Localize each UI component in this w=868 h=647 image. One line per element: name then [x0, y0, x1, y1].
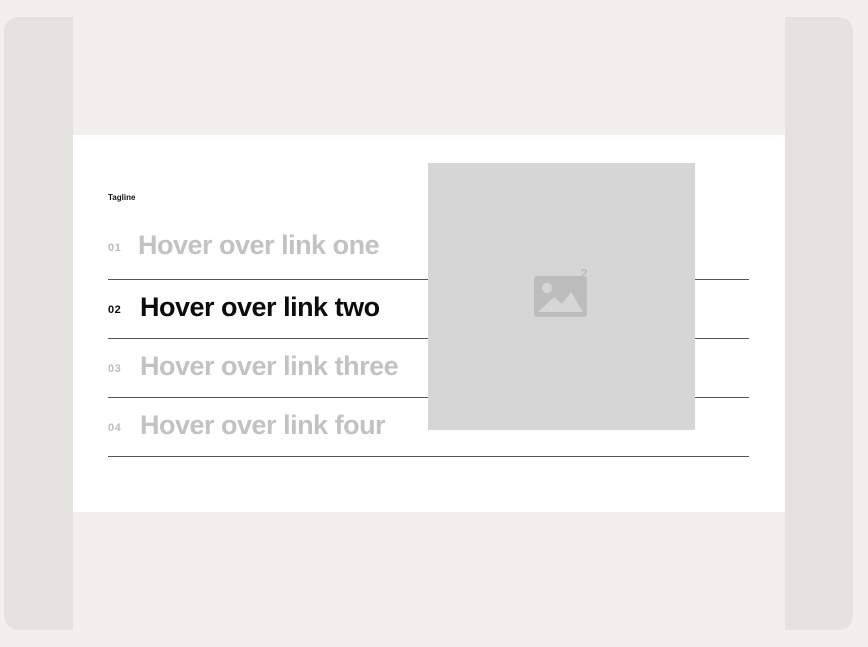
- link-label: Hover over link three: [140, 351, 399, 381]
- tagline: Tagline: [108, 193, 136, 202]
- preview-frame: Tagline 01 Hover over link one 02 Hover …: [4, 17, 853, 630]
- image-placeholder-icon: 2: [534, 267, 588, 317]
- hover-links-section: Tagline 01 Hover over link one 02 Hover …: [73, 135, 785, 512]
- link-label: Hover over link two: [140, 292, 380, 322]
- link-label: Hover over link one: [138, 230, 380, 260]
- link-number: 01: [108, 242, 122, 254]
- page-canvas: Tagline 01 Hover over link one 02 Hover …: [73, 17, 785, 630]
- link-number: 04: [108, 422, 122, 434]
- image-badge: 2: [580, 267, 587, 281]
- link-number: 02: [108, 304, 122, 316]
- hover-image: 2: [428, 163, 695, 430]
- link-number: 03: [108, 363, 122, 375]
- link-label: Hover over link four: [140, 410, 386, 440]
